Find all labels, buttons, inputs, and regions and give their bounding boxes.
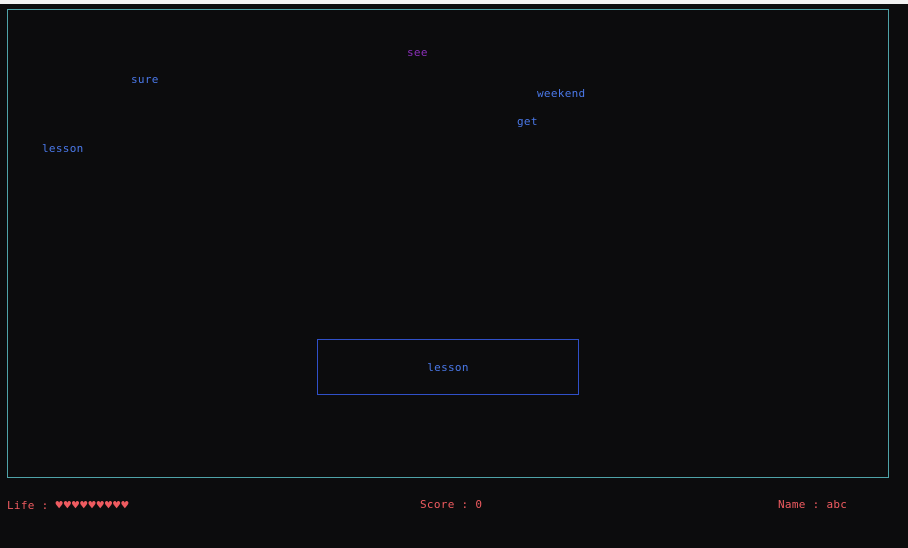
top-strip [0, 0, 908, 4]
falling-word-weekend: weekend [537, 87, 586, 100]
typing-input-text: lesson [427, 360, 469, 374]
typing-input-box[interactable]: lesson [317, 339, 579, 395]
heart-icons: ♥♥♥♥♥♥♥♥♥ [55, 498, 130, 512]
falling-word-sure: sure [131, 73, 159, 86]
falling-word-get: get [517, 115, 538, 128]
player-name-display: Name : abc [778, 498, 848, 511]
score-display: Score : 0 [420, 498, 483, 511]
play-area: see sure weekend get lesson [7, 9, 889, 478]
life-indicator: Life : ♥♥♥♥♥♥♥♥♥ [7, 498, 130, 512]
falling-word-see: see [407, 46, 428, 59]
life-label: Life : [7, 499, 56, 512]
falling-word-lesson: lesson [42, 142, 84, 155]
